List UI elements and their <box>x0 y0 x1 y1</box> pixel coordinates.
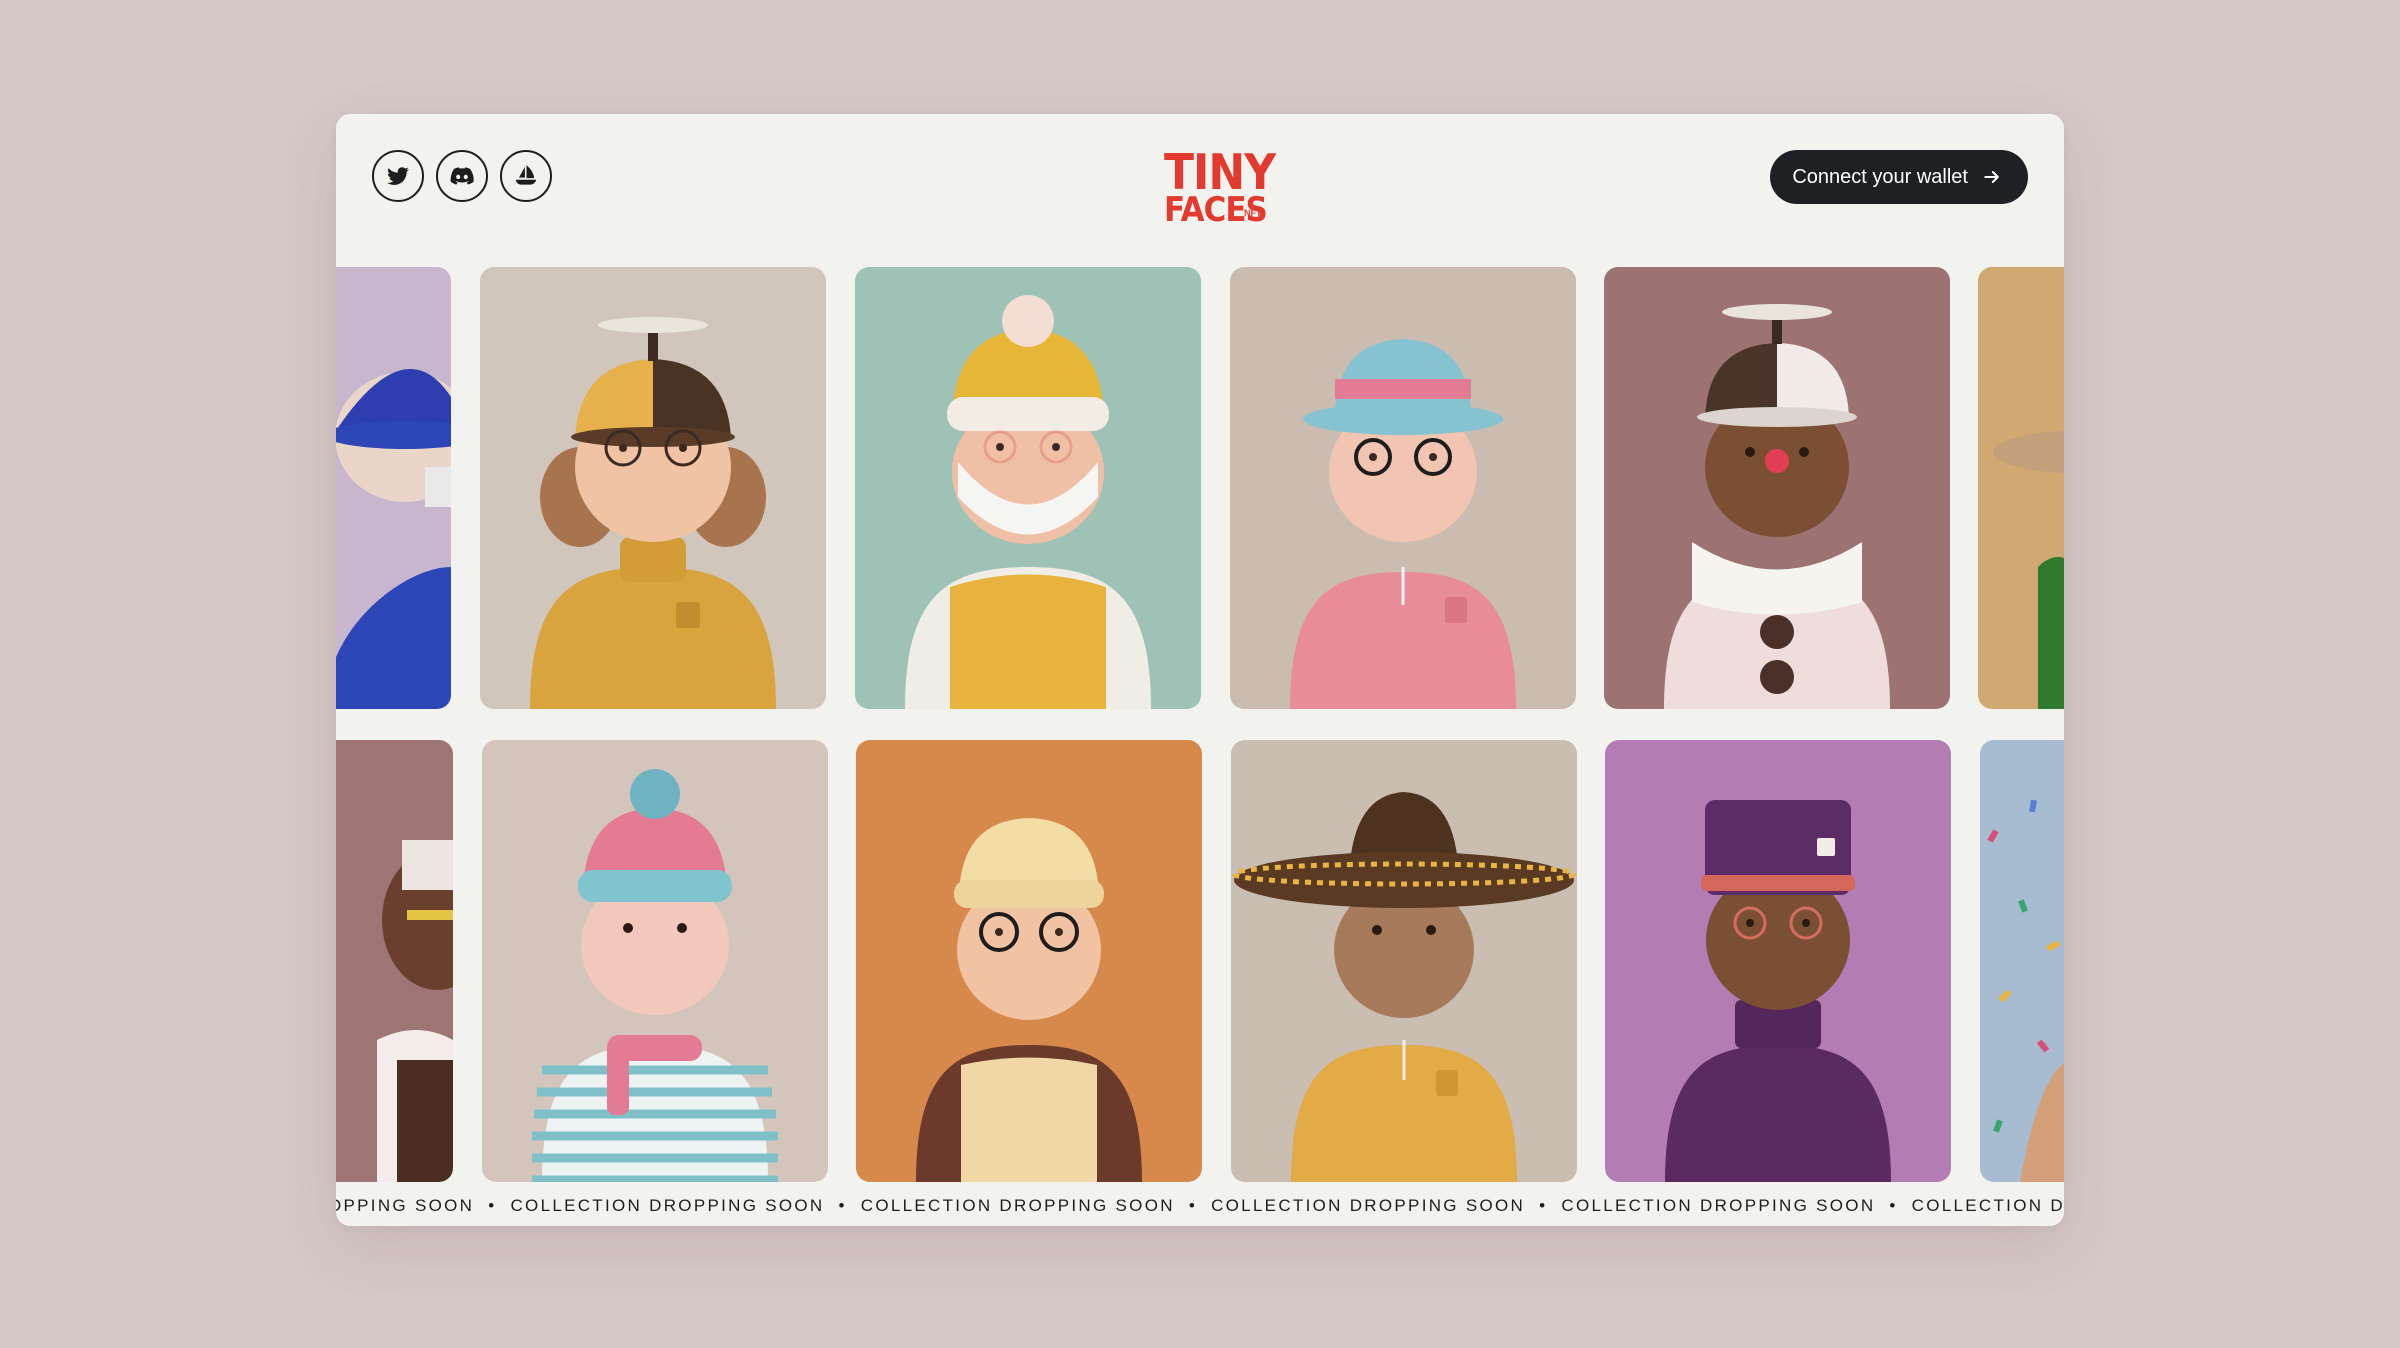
app-window: TINY FACES NFT Connect your wallet OPPIN… <box>336 114 2064 1226</box>
avatar-card[interactable] <box>1230 267 1576 709</box>
avatar-card[interactable] <box>1978 267 2064 709</box>
twitter-button[interactable] <box>372 150 424 202</box>
ticker-separator: • <box>1539 1196 1548 1215</box>
discord-icon <box>450 167 474 185</box>
avatar-image <box>1230 267 1576 709</box>
twitter-icon <box>387 167 409 185</box>
avatar-row-1 <box>336 267 2064 709</box>
avatar-card[interactable] <box>856 740 1202 1182</box>
ticker-item: COLLECTION DROPPING SOON <box>510 1196 825 1215</box>
opensea-icon <box>515 165 537 185</box>
avatar-image <box>1231 740 1577 1182</box>
social-links <box>372 150 552 202</box>
avatar-card[interactable] <box>1980 740 2064 1182</box>
connect-wallet-button[interactable]: Connect your wallet <box>1770 150 2028 204</box>
ticker-item: COLLECTION DROPPING SOON <box>1211 1196 1526 1215</box>
avatar-image <box>1980 740 2064 1182</box>
avatar-image <box>336 267 451 709</box>
avatar-image <box>336 740 453 1182</box>
ticker-separator: • <box>838 1196 847 1215</box>
ticker-separator: • <box>1889 1196 1898 1215</box>
ticker-item: COLLECTION DROPPING SOON <box>860 1196 1175 1215</box>
ticker-separator: • <box>488 1196 497 1215</box>
ticker-item: COLLECTION DROPPING SOON <box>1561 1196 1876 1215</box>
ticker-item: COLLECTION DROPPING SOON <box>1911 1196 2064 1215</box>
avatar-card[interactable] <box>336 267 451 709</box>
avatar-card[interactable] <box>1231 740 1577 1182</box>
marquee-track: OPPING SOON • COLLECTION DROPPING SOON • COL… <box>336 1196 2064 1216</box>
logo-suffix: NFT <box>1244 208 1262 218</box>
opensea-button[interactable] <box>500 150 552 202</box>
avatar-card[interactable] <box>1605 740 1951 1182</box>
arrow-right-icon <box>1984 171 1999 183</box>
avatar-image <box>1978 267 2064 709</box>
avatar-card[interactable] <box>482 740 828 1182</box>
avatar-image <box>482 740 828 1182</box>
avatar-image <box>1604 267 1950 709</box>
connect-wallet-label: Connect your wallet <box>1792 165 1968 188</box>
ticker-separator: • <box>1188 1196 1198 1215</box>
avatar-row-2 <box>336 740 2064 1182</box>
avatar-image <box>855 267 1201 709</box>
marquee-ticker: OPPING SOON • COLLECTION DROPPING SOON • COL… <box>336 1196 2064 1220</box>
avatar-card[interactable] <box>855 267 1201 709</box>
ticker-item: OPPING SOON <box>336 1196 475 1215</box>
avatar-card[interactable] <box>480 267 826 709</box>
brand-logo[interactable]: TINY FACES NFT <box>1160 138 1276 230</box>
avatar-image <box>1605 740 1951 1182</box>
avatar-image <box>480 267 826 709</box>
avatar-card[interactable] <box>336 740 453 1182</box>
avatar-image <box>856 740 1202 1182</box>
avatar-card[interactable] <box>1604 267 1950 709</box>
discord-button[interactable] <box>436 150 488 202</box>
